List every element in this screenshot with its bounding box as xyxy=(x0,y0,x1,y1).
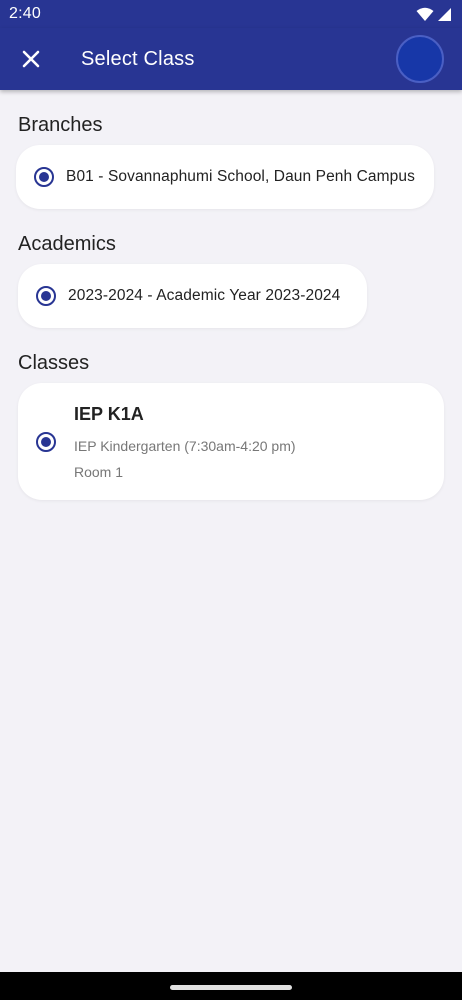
class-info: IEP K1A IEP Kindergarten (7:30am-4:20 pm… xyxy=(74,404,296,480)
status-time: 2:40 xyxy=(9,5,41,22)
close-button[interactable] xyxy=(0,28,62,90)
app-bar: Select Class xyxy=(0,28,462,90)
class-option[interactable]: IEP K1A IEP Kindergarten (7:30am-4:20 pm… xyxy=(18,383,444,500)
avatar[interactable] xyxy=(396,35,444,83)
academics-heading: Academics xyxy=(18,233,116,255)
cellular-signal-icon xyxy=(438,7,451,21)
class-radio[interactable] xyxy=(36,431,56,452)
radio-selected-dot xyxy=(41,436,51,447)
class-room: Room 1 xyxy=(74,463,124,480)
academic-radio[interactable] xyxy=(36,286,56,306)
home-gesture-handle[interactable] xyxy=(170,985,292,990)
branches-heading: Branches xyxy=(18,114,103,136)
system-navigation-bar xyxy=(0,972,462,1000)
branch-option-label: B01 - Sovannaphumi School, Daun Penh Cam… xyxy=(66,168,415,185)
classes-heading: Classes xyxy=(18,352,90,374)
branch-option[interactable]: B01 - Sovannaphumi School, Daun Penh Cam… xyxy=(16,145,434,209)
class-program: IEP Kindergarten (7:30am-4:20 pm) xyxy=(74,437,296,454)
academic-option[interactable]: 2023-2024 - Academic Year 2023-2024 xyxy=(18,264,367,328)
page-title: Select Class xyxy=(81,47,195,70)
close-icon xyxy=(22,50,40,68)
branch-radio[interactable] xyxy=(34,167,54,187)
status-icons xyxy=(416,7,452,22)
radio-selected-dot xyxy=(39,172,49,182)
academic-option-label: 2023-2024 - Academic Year 2023-2024 xyxy=(68,287,341,304)
status-bar: 2:40 xyxy=(0,0,462,28)
wifi-icon xyxy=(416,7,434,21)
radio-selected-dot xyxy=(41,291,51,301)
class-name: IEP K1A xyxy=(74,403,144,424)
